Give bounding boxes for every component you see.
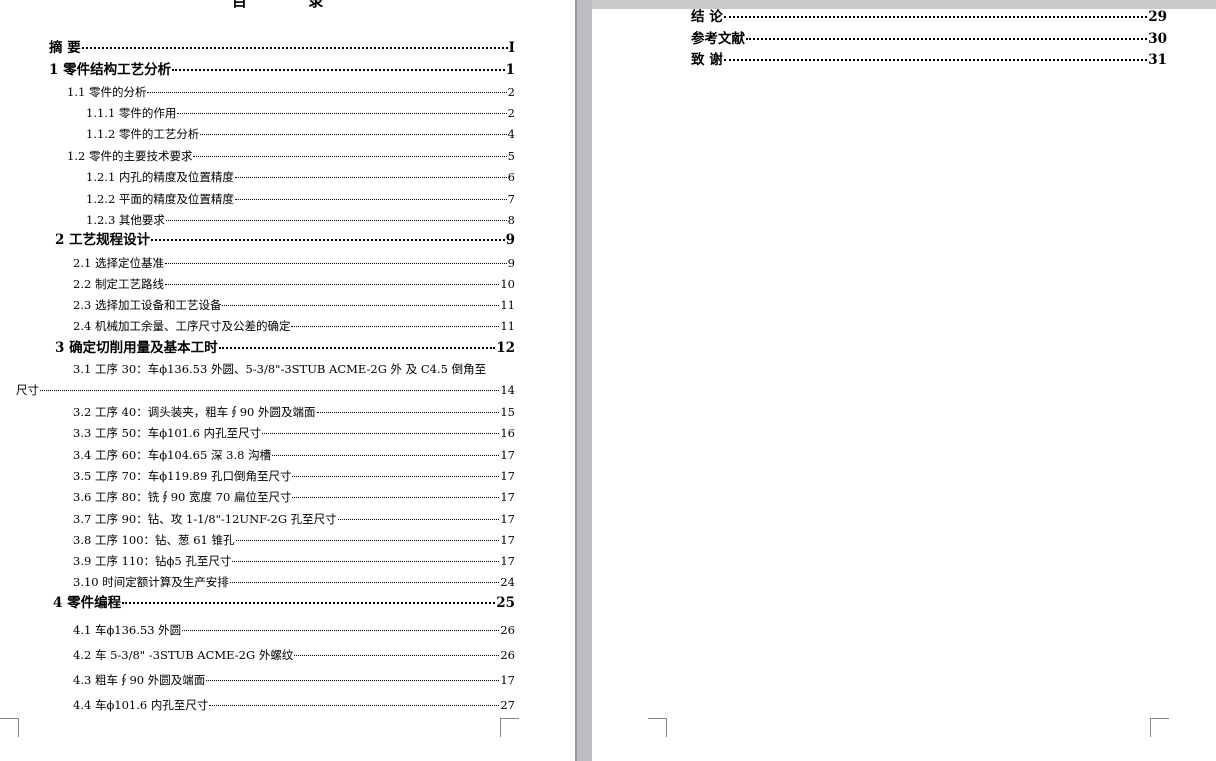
toc-entry[interactable]: 参考文献 30 xyxy=(691,31,1167,47)
toc-entry[interactable]: 4.4 车ϕ101.6 内孔至尺寸 27 xyxy=(73,697,515,713)
toc-entry[interactable]: 尺寸 14 xyxy=(16,382,515,398)
toc-entry[interactable]: 3.8 工序 100：钻、葱 61 锥孔 17 xyxy=(73,532,515,548)
toc-entry[interactable]: 2.1 选择定位基准 9 xyxy=(73,255,515,271)
toc-entry[interactable]: 3.10 时间定额计算及生产安排 24 xyxy=(73,574,515,590)
page-gutter xyxy=(575,0,592,761)
toc-entry[interactable]: 1.2.2 平面的精度及位置精度 7 xyxy=(86,191,515,207)
toc-entry[interactable]: 1.1 零件的分析 2 xyxy=(67,84,515,100)
toc-entry[interactable]: 4.2 车 5-3/8" -3STUB ACME-2G 外螺纹 26 xyxy=(73,647,515,663)
toc-entry[interactable]: 3.9 工序 110：钻ϕ5 孔至尺寸 17 xyxy=(73,553,515,569)
toc-entry-wrap: 3.1 工序 30：车ϕ136.53 外圆、5-3/8"-3STUB ACME-… xyxy=(73,362,487,376)
page-corner-mark xyxy=(648,718,667,737)
document-page-right: 结 论 29 参考文献 30 致 谢 31 xyxy=(592,9,1216,761)
toc-entry[interactable]: 摘 要I xyxy=(49,40,515,56)
toc-entry[interactable]: 3.3 工序 50：车ϕ101.6 内孔至尺寸 16 xyxy=(73,425,515,441)
toc-entry[interactable]: 3.7 工序 90：钻、攻 1-1/8"-12UNF-2G 孔至尺寸 17 xyxy=(73,511,515,527)
toc-entry[interactable]: 1.1.2 零件的工艺分析 4 xyxy=(86,126,515,142)
toc-entry[interactable]: 1.2.3 其他要求 8 xyxy=(86,212,515,228)
ruler-bar-right xyxy=(592,0,1216,9)
page-corner-mark xyxy=(1150,718,1169,737)
toc-entry[interactable]: 3.2 工序 40：调头装夹，粗车∮90 外圆及端面 15 xyxy=(73,404,515,420)
toc-entry[interactable]: 2.2 制定工艺路线 10 xyxy=(73,276,515,292)
toc-entry[interactable]: 3.5 工序 70：车ϕ119.89 孔口倒角至尺寸 17 xyxy=(73,468,515,484)
document-page-left: 目 录 摘 要I 1 零件结构工艺分析 1 1.1 零件的分析 2 1.1.1 零件… xyxy=(0,0,575,761)
toc-entry[interactable]: 1 零件结构工艺分析 1 xyxy=(49,62,515,78)
toc-entry[interactable]: 2 工艺规程设计 9 xyxy=(55,232,515,248)
toc-entry[interactable]: 2.3 选择加工设备和工艺设备 11 xyxy=(73,297,515,313)
toc-entry[interactable]: 3.4 工序 60：车ϕ104.65 深 3.8 沟槽 17 xyxy=(73,447,515,463)
page-corner-mark xyxy=(0,718,19,737)
toc-entry[interactable]: 4.1 车ϕ136.53 外圆 26 xyxy=(73,622,515,638)
toc-entry[interactable]: 4.3 粗车∮90 外圆及端面 17 xyxy=(73,672,515,688)
toc-entry[interactable]: 2.4 机械加工余量、工序尺寸及公差的确定 11 xyxy=(73,318,515,334)
toc-entry[interactable]: 4 零件编程 25 xyxy=(53,595,515,611)
page-gutter-edge xyxy=(575,0,577,761)
toc-entry[interactable]: 3.6 工序 80：铣∮90 宽度 70 扁位至尺寸 17 xyxy=(73,489,515,505)
toc-title: 目 录 xyxy=(232,0,352,10)
toc-entry[interactable]: 1.2 零件的主要技术要求 5 xyxy=(67,148,515,164)
toc-entry[interactable]: 1.1.1 零件的作用 2 xyxy=(86,105,515,121)
toc-entry[interactable]: 致 谢 31 xyxy=(691,52,1167,68)
toc-entry[interactable]: 结 论 29 xyxy=(691,9,1167,25)
page-corner-mark xyxy=(500,718,519,737)
toc-entry[interactable]: 1.2.1 内孔的精度及位置精度 6 xyxy=(86,169,515,185)
toc-entry[interactable]: 3 确定切削用量及基本工时 12 xyxy=(55,340,515,356)
